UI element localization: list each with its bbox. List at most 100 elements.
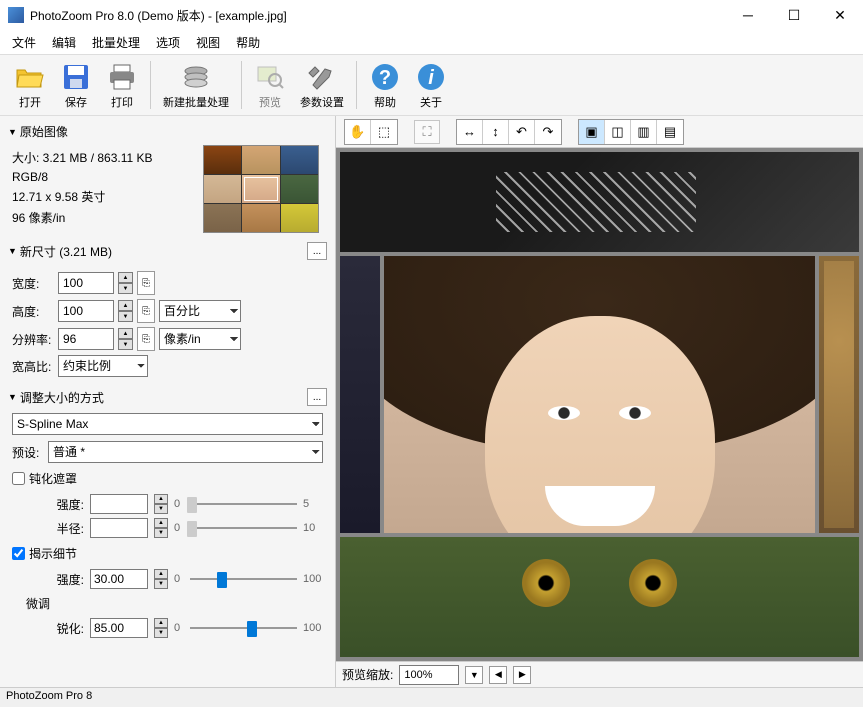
menu-options[interactable]: 选项 (148, 32, 188, 53)
app-icon (8, 7, 24, 23)
size-unit-select[interactable]: 百分比 (159, 300, 241, 322)
window-title: PhotoZoom Pro 8.0 (Demo 版本) - [example.j… (30, 7, 725, 24)
unsharp-intensity-slider[interactable] (190, 494, 297, 514)
unsharp-intensity-input[interactable] (90, 494, 148, 514)
titlebar: PhotoZoom Pro 8.0 (Demo 版本) - [example.j… (0, 0, 863, 30)
preview-button[interactable]: 预览 (248, 59, 292, 112)
link-res-button[interactable]: ⎘ (137, 327, 155, 351)
reveal-intensity-slider[interactable] (190, 569, 297, 589)
collapse-icon: ▼ (8, 392, 17, 402)
res-down[interactable]: ▼ (118, 339, 133, 350)
minimize-button[interactable]: ─ (725, 0, 771, 30)
spin-down[interactable]: ▼ (154, 528, 168, 538)
aspect-label: 宽高比: (12, 358, 54, 375)
menubar: 文件 编辑 批量处理 选项 视图 帮助 (0, 30, 863, 54)
spin-down[interactable]: ▼ (154, 628, 168, 638)
preset-label: 预设: (12, 444, 44, 461)
zoom-input[interactable] (399, 665, 459, 685)
zoom-out[interactable]: ◀ (489, 666, 507, 684)
height-up[interactable]: ▲ (118, 300, 133, 311)
height-down[interactable]: ▼ (118, 311, 133, 322)
width-up[interactable]: ▲ (118, 272, 133, 283)
close-button[interactable]: ✕ (817, 0, 863, 30)
resize-options-button[interactable]: ... (307, 388, 327, 406)
section-resize-header[interactable]: ▼ 调整大小的方式 ... (4, 385, 331, 409)
reveal-intensity-label: 强度: (54, 571, 84, 588)
spin-up[interactable]: ▲ (154, 518, 168, 528)
width-input[interactable] (58, 272, 114, 294)
spin-up[interactable]: ▲ (154, 569, 168, 579)
width-label: 宽度: (12, 275, 54, 292)
help-button[interactable]: ? 帮助 (363, 59, 407, 112)
unsharp-checkbox[interactable] (12, 472, 25, 485)
svg-text:i: i (428, 67, 434, 89)
save-button[interactable]: 保存 (54, 59, 98, 112)
crop-tool[interactable]: ⛶ (414, 120, 440, 144)
menu-edit[interactable]: 编辑 (44, 32, 84, 53)
rotate-left-tool[interactable]: ↶ (509, 120, 535, 144)
height-label: 高度: (12, 303, 54, 320)
sharpen-slider[interactable] (190, 618, 297, 638)
res-up[interactable]: ▲ (118, 328, 133, 339)
unsharp-radius-slider[interactable] (190, 518, 297, 538)
view-split-h[interactable]: ◫ (605, 120, 631, 144)
zoom-in[interactable]: ▶ (513, 666, 531, 684)
svg-text:?: ? (379, 67, 391, 89)
view-toolbar: ✋ ⬚ ⛶ ↔ ↕ ↶ ↷ ▣ ◫ ▥ ▤ (336, 116, 863, 148)
save-icon (60, 61, 92, 93)
menu-view[interactable]: 视图 (188, 32, 228, 53)
section-original-header[interactable]: ▼ 原始图像 (4, 120, 331, 143)
print-icon (106, 61, 138, 93)
link-wh-button2[interactable]: ⎘ (137, 299, 155, 323)
main-toolbar: 打开 保存 打印 新建批量处理 预览 参数设置 ? 帮助 i 关于 (0, 54, 863, 116)
menu-batch[interactable]: 批量处理 (84, 32, 148, 53)
batch-icon (180, 61, 212, 93)
aspect-select[interactable]: 约束比例 (58, 355, 148, 377)
unsharp-radius-input[interactable] (90, 518, 148, 538)
section-newsize-header[interactable]: ▼ 新尺寸 (3.21 MB) ... (4, 239, 331, 263)
spin-up[interactable]: ▲ (154, 494, 168, 504)
collapse-icon: ▼ (8, 127, 17, 137)
newsize-options-button[interactable]: ... (307, 242, 327, 260)
view-grid[interactable]: ▤ (657, 120, 683, 144)
view-split-v[interactable]: ▥ (631, 120, 657, 144)
menu-help[interactable]: 帮助 (228, 32, 268, 53)
link-wh-button[interactable]: ⎘ (137, 271, 155, 295)
left-panel: ▼ 原始图像 大小: 3.21 MB / 863.11 KB RGB/8 12.… (0, 116, 336, 687)
statusbar: PhotoZoom Pro 8 (0, 687, 863, 707)
open-button[interactable]: 打开 (8, 59, 52, 112)
intensity-label: 强度: (54, 496, 84, 513)
zoom-dropdown[interactable]: ▼ (465, 666, 483, 684)
batch-button[interactable]: 新建批量处理 (157, 59, 235, 112)
reveal-intensity-input[interactable] (90, 569, 148, 589)
rotate-right-tool[interactable]: ↷ (535, 120, 561, 144)
reveal-checkbox[interactable] (12, 547, 25, 560)
spin-down[interactable]: ▼ (154, 579, 168, 589)
flip-v-tool[interactable]: ↕ (483, 120, 509, 144)
res-unit-select[interactable]: 像素/in (159, 328, 241, 350)
pan-tool[interactable]: ✋ (345, 120, 371, 144)
maximize-button[interactable]: ☐ (771, 0, 817, 30)
height-input[interactable] (58, 300, 114, 322)
right-panel: ✋ ⬚ ⛶ ↔ ↕ ↶ ↷ ▣ ◫ ▥ ▤ (336, 116, 863, 687)
params-button[interactable]: 参数设置 (294, 59, 350, 112)
select-tool[interactable]: ⬚ (371, 120, 397, 144)
width-down[interactable]: ▼ (118, 283, 133, 294)
radius-label: 半径: (54, 520, 84, 537)
preview-canvas[interactable] (336, 148, 863, 661)
flip-h-tool[interactable]: ↔ (457, 120, 483, 144)
thumbnail-navigator[interactable] (203, 145, 319, 233)
method-select[interactable]: S-Spline Max (12, 413, 323, 435)
view-single[interactable]: ▣ (579, 120, 605, 144)
res-label: 分辨率: (12, 331, 54, 348)
spin-down[interactable]: ▼ (154, 504, 168, 514)
spin-up[interactable]: ▲ (154, 618, 168, 628)
about-button[interactable]: i 关于 (409, 59, 453, 112)
sharpen-input[interactable] (90, 618, 148, 638)
resolution-input[interactable] (58, 328, 114, 350)
print-button[interactable]: 打印 (100, 59, 144, 112)
menu-file[interactable]: 文件 (4, 32, 44, 53)
info-icon: i (415, 61, 447, 93)
collapse-icon: ▼ (8, 246, 17, 256)
preset-select[interactable]: 普通 * (48, 441, 323, 463)
